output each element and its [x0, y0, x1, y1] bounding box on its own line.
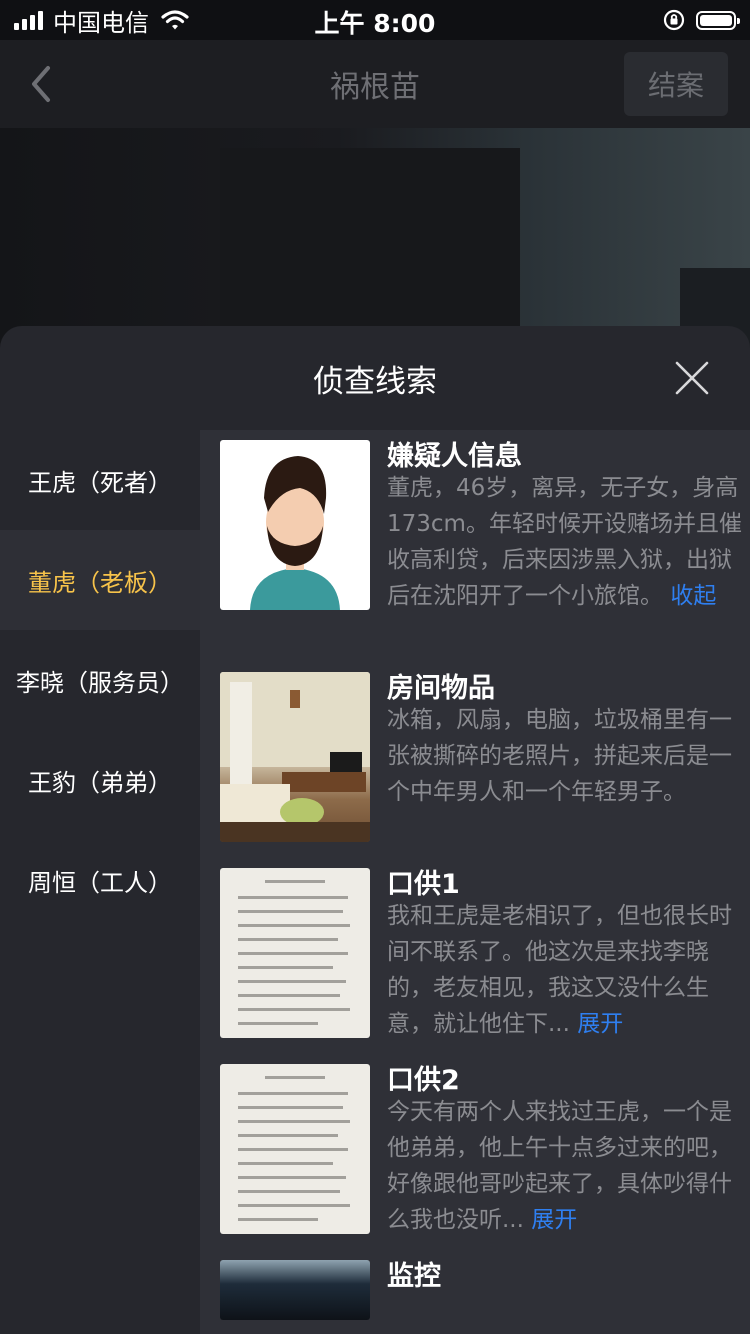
expand-link[interactable]: 展开: [531, 1207, 577, 1233]
clues-sheet: 侦查线索 王虎（死者） 董虎（老板） 李晓（服务员） 王豹（弟弟） 周恒（工人）…: [0, 326, 750, 1334]
clue-description: 我和王虎是老相识了，但也很长时间不联系了。他这次是来找李晓的，老友相见，我这又没…: [387, 903, 732, 1037]
document-photo: [220, 1064, 370, 1234]
suspect-avatar-icon: [220, 440, 370, 610]
status-bar: 中国电信 上午 8:00: [0, 0, 750, 40]
menu-item-donghu[interactable]: 董虎（老板）: [0, 530, 200, 630]
rotation-lock-icon: [663, 9, 685, 31]
clue-item-suspect-info[interactable]: 嫌疑人信息 董虎，46岁，离异，无子女，身高173cm。年轻时候开设赌场并且催收…: [220, 430, 742, 630]
menu-item-wanghu[interactable]: 王虎（死者）: [0, 430, 200, 530]
close-case-button[interactable]: 结案: [624, 52, 728, 116]
clue-description: 董虎，46岁，离异，无子女，身高173cm。年轻时候开设赌场并且催收高利贷，后来…: [387, 475, 742, 609]
close-icon[interactable]: [674, 360, 710, 396]
clue-item-statement-1[interactable]: 口供1 我和王虎是老相识了，但也很长时间不联系了。他这次是来找李晓的，老友相见，…: [220, 858, 740, 1048]
menu-item-wangbao[interactable]: 王豹（弟弟）: [0, 730, 200, 830]
expand-link[interactable]: 展开: [577, 1011, 623, 1037]
clue-description: 冰箱，风扇，电脑，垃圾桶里有一张被撕碎的老照片，拼起来后是一个中年男人和一个年轻…: [387, 707, 732, 805]
background-scene-image: [0, 128, 750, 348]
clue-description: 今天有两个人来找过王虎，一个是他弟弟，他上午十点多过来的吧，好像跟他哥吵起来了，…: [387, 1099, 732, 1233]
surveillance-photo: [220, 1260, 370, 1320]
sheet-title: 侦查线索: [313, 364, 437, 400]
collapse-link[interactable]: 收起: [670, 583, 716, 609]
clue-title: 口供1: [387, 869, 460, 900]
menu-item-zhouheng[interactable]: 周恒（工人）: [0, 830, 200, 930]
clue-list: 嫌疑人信息 董虎，46岁，离异，无子女，身高173cm。年轻时候开设赌场并且催收…: [200, 430, 750, 1334]
clue-title: 房间物品: [387, 673, 495, 704]
suspect-menu: 王虎（死者） 董虎（老板） 李晓（服务员） 王豹（弟弟） 周恒（工人）: [0, 430, 200, 1334]
navigation-bar: 祸根苗 结案: [0, 40, 750, 128]
clue-title: 嫌疑人信息: [387, 441, 522, 472]
room-photo: [220, 672, 370, 842]
battery-icon: [696, 10, 740, 30]
menu-item-lixiao[interactable]: 李晓（服务员）: [0, 630, 200, 730]
clock: 上午 8:00: [314, 9, 436, 38]
clue-item-statement-2[interactable]: 口供2 今天有两个人来找过王虎，一个是他弟弟，他上午十点多过来的吧，好像跟他哥吵…: [220, 1054, 740, 1244]
clue-title: 监控: [387, 1261, 441, 1292]
clue-item-surveillance[interactable]: 监控: [220, 1250, 740, 1320]
clue-title: 口供2: [387, 1065, 460, 1096]
document-photo: [220, 868, 370, 1038]
clue-item-room-items[interactable]: 房间物品 冰箱，风扇，电脑，垃圾桶里有一张被撕碎的老照片，拼起来后是一个中年男人…: [220, 662, 740, 852]
